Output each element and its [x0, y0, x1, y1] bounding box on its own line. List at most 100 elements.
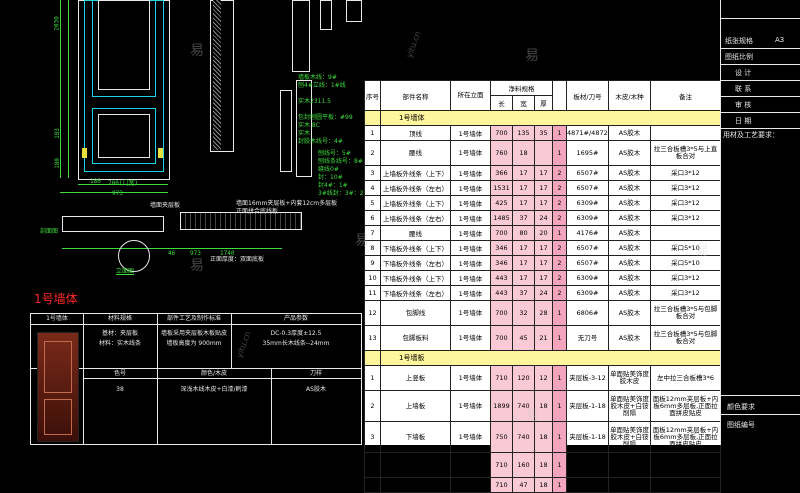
tb-line-low — [721, 414, 800, 415]
bom1-r12-c2: 包脚线 — [380, 300, 451, 326]
bom1-r10-c10: 采口3*12 — [650, 270, 721, 286]
bom2-r5-c8: 多层板-3-18 — [566, 477, 609, 493]
bom1-r8-c10: 采口5*10 — [650, 240, 721, 256]
tb-value-paper: A3 — [775, 36, 785, 44]
bom1-r3-c6: 17 — [534, 165, 553, 181]
spec-r2-c3: 35mm长木线条--24mm — [262, 340, 330, 347]
bom2-r5-c9 — [608, 477, 651, 493]
bom1-r4-c3: 1号墙体 — [450, 180, 491, 196]
bom1-row-4: 4 上墙板外线条（左右） 1号墙体 1531 17 17 2 6507# AS胶木 采口3*12 — [364, 180, 721, 196]
bom2-r5-c1: 5 — [364, 477, 381, 493]
bom1-row-3: 3 上墙板外线条（上下） 1号墙体 366 17 17 2 6507# AS胶木 采口3*12 — [364, 165, 721, 181]
bom1-r1-c6: 35 — [534, 125, 553, 141]
dim-width-total: 973 — [112, 190, 123, 197]
bom1-r2-c2: 腰线 — [380, 140, 451, 166]
bom2-r1-c10: 左中拉三合板槽3*6 — [650, 365, 721, 391]
bom1-r12-c9: AS胶木 — [608, 300, 651, 326]
bom1-r9-c4: 346 — [490, 255, 513, 271]
bom1-r13-c10: 拉三合板槽3*5与包脚板合对 — [650, 325, 721, 351]
spec-col-2: 材料规格 — [107, 315, 132, 322]
bom1-r6-c9: AS胶木 — [608, 210, 651, 226]
moulding-detail-1 — [292, 0, 310, 72]
bom1-r10-c9: AS胶木 — [608, 270, 651, 286]
bom1-r8-c6: 17 — [534, 240, 553, 256]
watermark-3: 易 — [355, 233, 369, 249]
bom1-r9-c5: 17 — [512, 255, 535, 271]
bom1-r3-c7: 2 — [552, 165, 567, 181]
bom2-row-2: 2 上墙板 1号墙体 1899 740 18 1 夹层板-1-18 单面贴美饰度胶木皮+白铵削隔… — [364, 390, 721, 422]
hdr-remark: 备注 — [650, 80, 721, 111]
dim-h1: 183 — [53, 128, 61, 139]
bom1-r11-c7: 2 — [552, 285, 567, 301]
bom2-r5-c3: 1号墙体 — [450, 477, 491, 493]
tb-label-review: 审 核 — [735, 101, 752, 109]
tb-label-scale: 图纸比例 — [725, 53, 753, 61]
moulding-detail-5 — [280, 90, 292, 172]
bom1-row-1: 1顶线1号墙体7001353514871#/4872#AS胶木 — [364, 125, 721, 141]
bom1-row-2: 2 腰线 1号墙体 760 18 1 1695# AS胶木 拉三合板槽3*5与上直板合对 — [364, 140, 721, 166]
bom2-r4-c10: 拉三合板槽3*6 — [650, 452, 721, 478]
bom2-r1-c8: 夹层板-3-12 — [566, 365, 609, 391]
bom2-r2-c3: 1号墙体 — [450, 390, 491, 422]
bom1-r3-c2: 上墙板外线条（上下） — [380, 165, 451, 181]
side-profile-fill — [213, 0, 221, 150]
bom1-r9-c8: 6507# — [566, 255, 609, 271]
dim-line-v2 — [68, 0, 69, 178]
bom2-r5-c2: 腰线内板 — [380, 477, 451, 493]
bom1-r3-c3: 1号墙体 — [450, 165, 491, 181]
bom1-row-5: 5 上墙板外线条（上下） 1号墙体 425 17 17 2 6309# AS胶木 采口3*12 — [364, 195, 721, 211]
bom1-r6-c10: 采口3*12 — [650, 210, 721, 226]
bom1-r6-c5: 37 — [512, 210, 535, 226]
bom1-r12-c5: 32 — [512, 300, 535, 326]
bom-header-row: 序号 部件名称 所在立面 净料规格 板材/刀号 木皮/木种 备注 — [364, 80, 721, 111]
spec-r2-c1: 材料：实木线条 — [98, 340, 141, 347]
bom2-r4-c6: 18 — [534, 452, 553, 478]
bom1-r1-c3: 1号墙体 — [450, 125, 491, 141]
handle-mark-left — [82, 148, 87, 158]
bom1-r6-c7: 2 — [552, 210, 567, 226]
bom1-r11-c2: 下墙板外线条（左右） — [380, 285, 451, 301]
dim-width-bottom: 180 — [90, 178, 101, 185]
watermark-2: 易 — [190, 258, 204, 274]
section-2-label: 1号墙板 — [380, 350, 721, 366]
bom1-r8-c8: 6507# — [566, 240, 609, 256]
bom2-r3-c2: 下墙板 — [380, 421, 451, 453]
hdr-length: 长 — [490, 95, 513, 111]
plan-dim-line — [62, 248, 282, 249]
bom2-row-3: 3 下墙板 1号墙体 750 740 18 1 夹层板-1-18 单面贴美饰度胶木皮+白铵削隔面… — [364, 421, 721, 453]
bom1-r2-c1: 2 — [364, 140, 381, 166]
hdr-size: 净料规格 — [490, 80, 553, 96]
bom1-r10-c4: 443 — [490, 270, 513, 286]
bom2-r1-c1: 1 — [364, 365, 381, 391]
bom2-r3-c1: 3 — [364, 421, 381, 453]
bom1-r13-c2: 包脚板料 — [380, 325, 451, 351]
tb-row-contact: 联 系 — [721, 81, 800, 97]
bom2-r5-c4: 710 — [490, 477, 513, 493]
bom1-r12-c1: 12 — [364, 300, 381, 326]
bom2-r3-c3: 1号墙体 — [450, 421, 491, 453]
bom1-r4-c7: 2 — [552, 180, 567, 196]
spec-vline-2 — [157, 314, 158, 444]
door-thumbnail — [37, 332, 79, 442]
bom1-r7-c8: 4176# — [566, 225, 609, 241]
bom1-r4-c9: AS胶木 — [608, 180, 651, 196]
bom1-row-7: 7 腰线 1号墙体 700 80 20 1 4176# AS胶木 — [364, 225, 721, 241]
bom2-r1-c2: 上竖板 — [380, 365, 451, 391]
tb-label-contact: 联 系 — [735, 85, 752, 93]
bom1-r10-c1: 10 — [364, 270, 381, 286]
dim-h2: 180 — [53, 158, 61, 169]
bom2-r2-c1: 2 — [364, 390, 381, 422]
hdr-width: 宽 — [512, 95, 535, 111]
bom1-r13-c3: 1号墙体 — [450, 325, 491, 351]
bom1-r11-c1: 11 — [364, 285, 381, 301]
bom1-r9-c6: 17 — [534, 255, 553, 271]
bom1-r3-c10: 采口3*12 — [650, 165, 721, 181]
bom-section-1: 1号墙体 — [364, 110, 721, 126]
bom-table: 序号 部件名称 所在立面 净料规格 板材/刀号 木皮/木种 备注 长 宽 厚 1… — [364, 80, 721, 493]
label-plan: 剖面图 — [40, 228, 59, 235]
bom2-row-1: 1 上竖板 1号墙体 710 120 12 1 夹层板-3-12 单面贴美饰度胶木皮 左中拉三合板… — [364, 365, 721, 391]
bom1-row-9: 9 下墙板外线条（左右） 1号墙体 346 17 17 2 6507# AS胶木 采口5*10 — [364, 255, 721, 271]
bom1-r2-c5: 18 — [512, 140, 535, 166]
label-elevation: 立面图 — [116, 268, 135, 275]
note-7: 封胶木线号：4# — [298, 138, 343, 145]
